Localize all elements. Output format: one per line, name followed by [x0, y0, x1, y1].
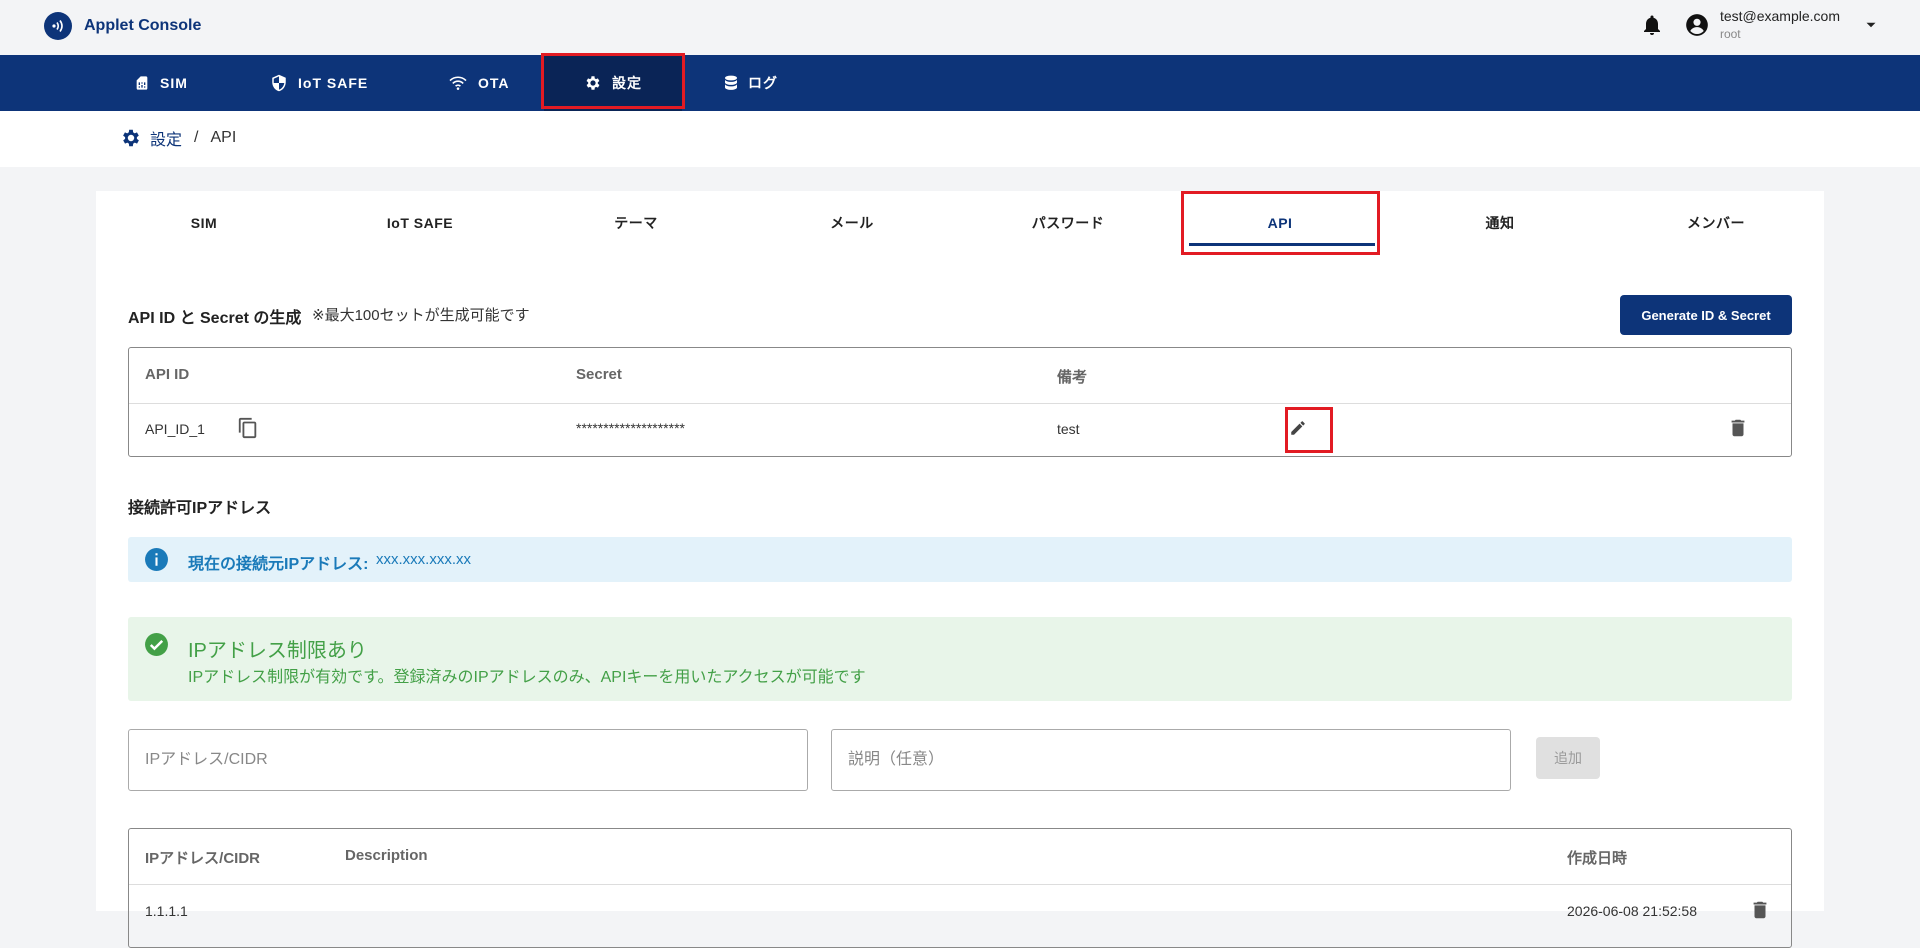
add-ip-button[interactable]: 追加 [1536, 737, 1600, 779]
ip-section-title: 接続許可IPアドレス [128, 500, 272, 517]
description-input[interactable] [831, 729, 1511, 791]
table-divider [129, 403, 1791, 404]
tab-iot-safe[interactable]: IoT SAFE [312, 191, 528, 255]
nav-item-ota[interactable]: OTA [448, 55, 510, 111]
nav-label: SIM [160, 75, 188, 91]
brand[interactable]: Applet Console [44, 12, 201, 40]
top-right: test@example.com root [1640, 8, 1880, 41]
gear-icon [123, 129, 139, 147]
breadcrumb-separator: / [194, 129, 199, 146]
tab-password[interactable]: パスワード [960, 191, 1176, 255]
settings-tabs: SIM IoT SAFE テーマ メール パスワード API 通知 メンバー [96, 191, 1824, 255]
breadcrumb-settings-link[interactable]: 設定 [150, 126, 182, 150]
ip-restriction-title: IPアドレス制限あり [188, 640, 367, 662]
main-nav: SIM IoT SAFE OTA 設定 ログ [0, 55, 1920, 111]
edit-pencil-icon[interactable] [1289, 419, 1307, 437]
column-header-api-id: API ID [145, 366, 190, 383]
user-info[interactable]: test@example.com root [1720, 8, 1840, 41]
shield-icon [272, 74, 286, 92]
nav-label: 設定 [612, 75, 642, 91]
note-cell: test [1057, 421, 1080, 437]
sim-card-icon [136, 76, 148, 90]
current-ip-info: 現在の接続元IPアドレス: xxx.xxx.xxx.xx [128, 537, 1792, 582]
nav-item-log[interactable]: ログ [724, 55, 778, 111]
active-tab-indicator [1189, 243, 1375, 246]
current-ip-label: 現在の接続元IPアドレス: [188, 556, 369, 573]
ip-table: IPアドレス/CIDR Description 作成日時 1.1.1.1 202… [128, 828, 1792, 948]
database-icon [725, 75, 737, 90]
tab-sim[interactable]: SIM [96, 191, 312, 255]
nav-label: OTA [478, 75, 510, 91]
copy-icon[interactable] [237, 417, 259, 439]
settings-card: SIM IoT SAFE テーマ メール パスワード API 通知 メンバー A… [96, 191, 1824, 948]
api-id-cell: API_ID_1 [145, 421, 205, 437]
tab-notification[interactable]: 通知 [1392, 191, 1608, 255]
ip-cell: 1.1.1.1 [145, 903, 188, 919]
column-header-description: Description [345, 847, 428, 864]
nav-label: IoT SAFE [298, 75, 369, 91]
column-header-secret: Secret [576, 366, 622, 383]
ip-restriction-message: IPアドレス制限が有効です。登録済みのIPアドレスのみ、APIキーを用いたアクセ… [188, 669, 866, 686]
tab-theme[interactable]: テーマ [528, 191, 744, 255]
column-header-ip: IPアドレス/CIDR [145, 850, 261, 867]
api-section-title: API ID と Secret の生成 [128, 310, 302, 327]
trash-icon[interactable] [1749, 899, 1771, 921]
api-section-note: ※最大100セットが生成可能です [312, 307, 530, 324]
ip-cidr-input[interactable] [128, 729, 808, 791]
ip-restriction-status: IPアドレス制限あり IPアドレス制限が有効です。登録済みのIPアドレスのみ、A… [128, 617, 1792, 701]
nav-item-settings[interactable]: 設定 [544, 55, 682, 111]
wifi-icon [449, 76, 467, 90]
current-ip-value: xxx.xxx.xxx.xx [376, 551, 472, 568]
breadcrumb-current: API [210, 129, 237, 146]
created-cell: 2026-06-08 21:52:58 [1567, 903, 1697, 919]
nfc-logo-icon [44, 12, 72, 40]
user-email: test@example.com [1719, 8, 1840, 24]
app-title: Applet Console [84, 17, 202, 34]
nav-label: ログ [748, 75, 778, 91]
nav-item-sim[interactable]: SIM [134, 55, 188, 111]
bell-icon[interactable] [1640, 13, 1664, 37]
trash-icon[interactable] [1727, 417, 1749, 439]
breadcrumb: 設定 / API [120, 126, 236, 150]
chevron-down-icon[interactable] [1862, 16, 1880, 34]
column-header-created: 作成日時 [1567, 850, 1628, 867]
gear-icon [586, 76, 600, 90]
secret-cell: ******************** [576, 420, 685, 436]
top-bar: Applet Console test@example.com root [0, 0, 1920, 55]
generate-id-secret-button[interactable]: Generate ID & Secret [1620, 295, 1792, 335]
tab-members[interactable]: メンバー [1608, 191, 1824, 255]
tab-mail[interactable]: メール [744, 191, 960, 255]
breadcrumb-bar: 設定 / API [0, 111, 1920, 167]
account-circle-icon[interactable] [1684, 12, 1710, 38]
nav-item-iot-safe[interactable]: IoT SAFE [270, 55, 368, 111]
user-role: root [1719, 27, 1741, 41]
api-table: API ID Secret 備考 API_ID_1 **************… [128, 347, 1792, 457]
table-divider [129, 884, 1791, 885]
info-icon [145, 548, 168, 571]
check-circle-icon [145, 633, 168, 656]
column-header-note: 備考 [1057, 369, 1088, 386]
